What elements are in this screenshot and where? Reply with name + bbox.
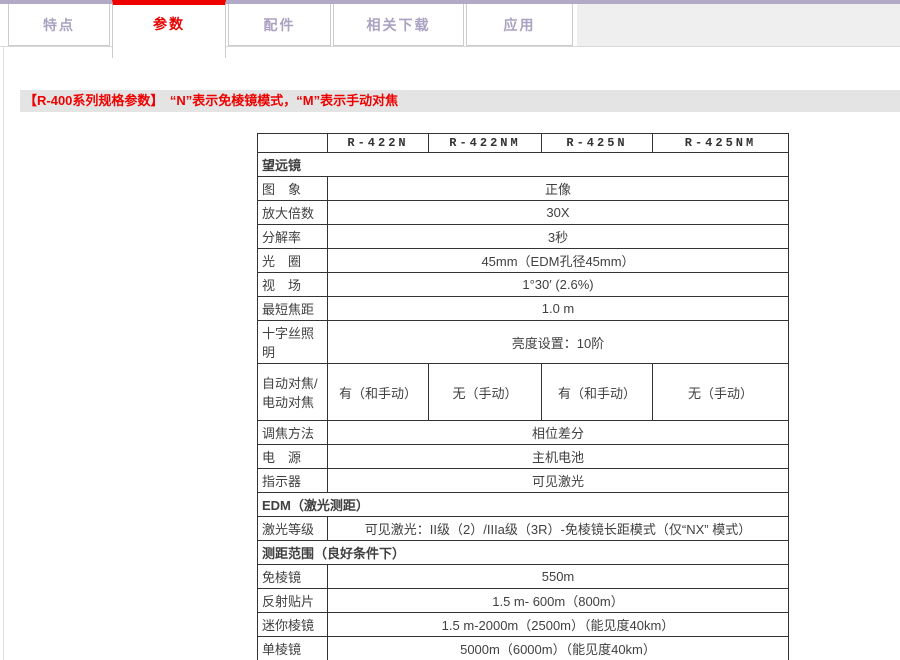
tab-4[interactable]: 相关下载 (333, 4, 464, 46)
table-row: 十字丝照明亮度设置：10阶 (258, 321, 789, 364)
tab-label: 应用 (504, 15, 536, 35)
tab-label: 配件 (264, 15, 296, 35)
tab-bar: 特点 参数 配件 相关下载 应用 (8, 0, 575, 58)
table-row: 最短焦距1.0 m (258, 297, 789, 321)
spec-label-cell: 激光等级 (258, 517, 328, 541)
spec-label-cell: 分解率 (258, 225, 328, 249)
spec-value-cell: 3秒 (328, 225, 789, 249)
section-header-cell: 望远镜 (258, 153, 789, 177)
table-row: 迷你棱镜1.5 m-2000m（2500m）（能见度40km） (258, 613, 789, 637)
spec-value-cell: 1°30′ (2.6%) (328, 273, 789, 297)
spec-value-cell: 无（手动） (653, 364, 789, 421)
table-row: 望远镜 (258, 153, 789, 177)
model-column-header: R-422N (328, 134, 429, 153)
spec-label-cell: 自动对焦/ 电动对焦 (258, 364, 328, 421)
tab-3[interactable]: 配件 (228, 4, 331, 46)
spec-value-cell: 相位差分 (328, 421, 789, 445)
spec-label-cell: 光 圈 (258, 249, 328, 273)
tab-label: 相关下载 (367, 15, 431, 35)
tab-1[interactable]: 特点 (8, 4, 110, 46)
spec-label-cell: 免棱镜 (258, 565, 328, 589)
empty-corner-cell (258, 134, 328, 153)
spec-value-cell: 正像 (328, 177, 789, 201)
spec-value-cell: 45mm（EDM孔径45mm） (328, 249, 789, 273)
spec-label-cell: 最短焦距 (258, 297, 328, 321)
spec-value-cell: 5000m（6000m）（能见度40km） (328, 637, 789, 660)
table-row: 自动对焦/ 电动对焦有（和手动）无（手动）有（和手动）无（手动） (258, 364, 789, 421)
table-row: 激光等级可见激光：II级（2）/IIIa级（3R）-免棱镜长距模式（仅“NX” … (258, 517, 789, 541)
table-header-row: R-422NR-422NMR-425NR-425NM (258, 134, 789, 153)
table-row: 单棱镜5000m（6000m）（能见度40km） (258, 637, 789, 660)
spec-label-cell: 单棱镜 (258, 637, 328, 660)
tab-2-active[interactable]: 参数 (112, 0, 226, 58)
tab-5[interactable]: 应用 (466, 4, 573, 46)
spec-note-bar: 【R-400系列规格参数】 “N”表示免棱镜模式，“M”表示手动对焦 (20, 90, 900, 112)
tab-label: 参数 (153, 14, 185, 34)
spec-label-cell: 电 源 (258, 445, 328, 469)
section-header-cell: EDM（激光测距） (258, 493, 789, 517)
spec-value-cell: 有（和手动） (542, 364, 653, 421)
tabbar-right-filler (577, 4, 900, 46)
table-row: 视 场1°30′ (2.6%) (258, 273, 789, 297)
table-row: 电 源主机电池 (258, 445, 789, 469)
spec-label-cell: 放大倍数 (258, 201, 328, 225)
spec-value-cell: 亮度设置：10阶 (328, 321, 789, 364)
spec-value-cell: 550m (328, 565, 789, 589)
section-header-cell: 测距范围（良好条件下） (258, 541, 789, 565)
spec-label-cell: 调焦方法 (258, 421, 328, 445)
table-row: 光 圈45mm（EDM孔径45mm） (258, 249, 789, 273)
table-row: 调焦方法相位差分 (258, 421, 789, 445)
spec-value-cell: 1.5 m- 600m（800m） (328, 589, 789, 613)
spec-value-cell: 可见激光：II级（2）/IIIa级（3R）-免棱镜长距模式（仅“NX” 模式） (328, 517, 789, 541)
tab-label: 特点 (43, 15, 75, 35)
model-column-header: R-422NM (429, 134, 542, 153)
spec-value-cell: 1.0 m (328, 297, 789, 321)
spec-table-container: R-422NR-422NMR-425NR-425NM望远镜图 象正像放大倍数30… (257, 133, 789, 660)
spec-label-cell: 指示器 (258, 469, 328, 493)
spec-value-cell: 30X (328, 201, 789, 225)
model-column-header: R-425NM (653, 134, 789, 153)
spec-value-cell: 1.5 m-2000m（2500m）（能见度40km） (328, 613, 789, 637)
model-column-header: R-425N (542, 134, 653, 153)
table-row: 指示器可见激光 (258, 469, 789, 493)
table-row: 分解率3秒 (258, 225, 789, 249)
table-row: EDM（激光测距） (258, 493, 789, 517)
spec-value-cell: 有（和手动） (328, 364, 429, 421)
product-spec-page: 特点 参数 配件 相关下载 应用 【R-400系列规格参数】 “N”表示免棱镜模式，“M… (0, 0, 900, 660)
spec-label-cell: 视 场 (258, 273, 328, 297)
spec-value-cell: 无（手动） (429, 364, 542, 421)
content-left-border (3, 47, 4, 660)
spec-value-cell: 可见激光 (328, 469, 789, 493)
spec-table: R-422NR-422NMR-425NR-425NM望远镜图 象正像放大倍数30… (257, 133, 789, 660)
table-row: 测距范围（良好条件下） (258, 541, 789, 565)
spec-label-cell: 迷你棱镜 (258, 613, 328, 637)
table-row: 反射贴片1.5 m- 600m（800m） (258, 589, 789, 613)
table-row: 免棱镜550m (258, 565, 789, 589)
spec-label-cell: 十字丝照明 (258, 321, 328, 364)
spec-label-cell: 图 象 (258, 177, 328, 201)
spec-note-text: 【R-400系列规格参数】 “N”表示免棱镜模式，“M”表示手动对焦 (24, 93, 398, 108)
table-row: 放大倍数30X (258, 201, 789, 225)
table-row: 图 象正像 (258, 177, 789, 201)
spec-value-cell: 主机电池 (328, 445, 789, 469)
spec-label-cell: 反射贴片 (258, 589, 328, 613)
